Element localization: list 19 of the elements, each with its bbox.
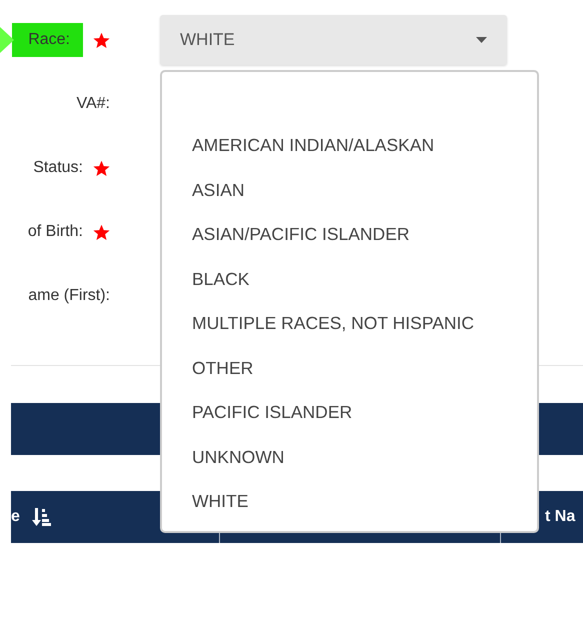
dropdown-option[interactable]: OTHER	[162, 346, 537, 390]
column-header[interactable]: e	[11, 508, 20, 526]
field-label: Race:	[12, 23, 83, 57]
field-label: of Birth:	[28, 223, 83, 241]
dropdown-option[interactable]: AMERICAN INDIAN/ALASKAN	[162, 124, 537, 168]
caret-icon	[476, 37, 487, 43]
dropdown-option[interactable]: MULTIPLE RACES, NOT HISPANIC	[162, 302, 537, 346]
dropdown-option[interactable]: BLACK	[162, 257, 537, 302]
dropdown-option[interactable]: PACIFIC ISLANDER	[162, 390, 537, 435]
dropdown-option[interactable]: WHITE	[162, 480, 537, 524]
dropdown-option[interactable]: ASIAN	[162, 168, 537, 212]
dropdown-option[interactable]: UNKNOWN	[162, 435, 537, 480]
dropdown-option[interactable]: ASIAN/PACIFIC ISLANDER	[162, 212, 537, 257]
sort-icon[interactable]	[32, 507, 52, 527]
field-label: Status:	[33, 159, 83, 177]
column-header[interactable]: t Na	[545, 508, 576, 526]
field-label: ame (First):	[28, 287, 111, 305]
race-select[interactable]: WHITE	[160, 15, 507, 65]
field-label: VA#:	[76, 95, 111, 113]
